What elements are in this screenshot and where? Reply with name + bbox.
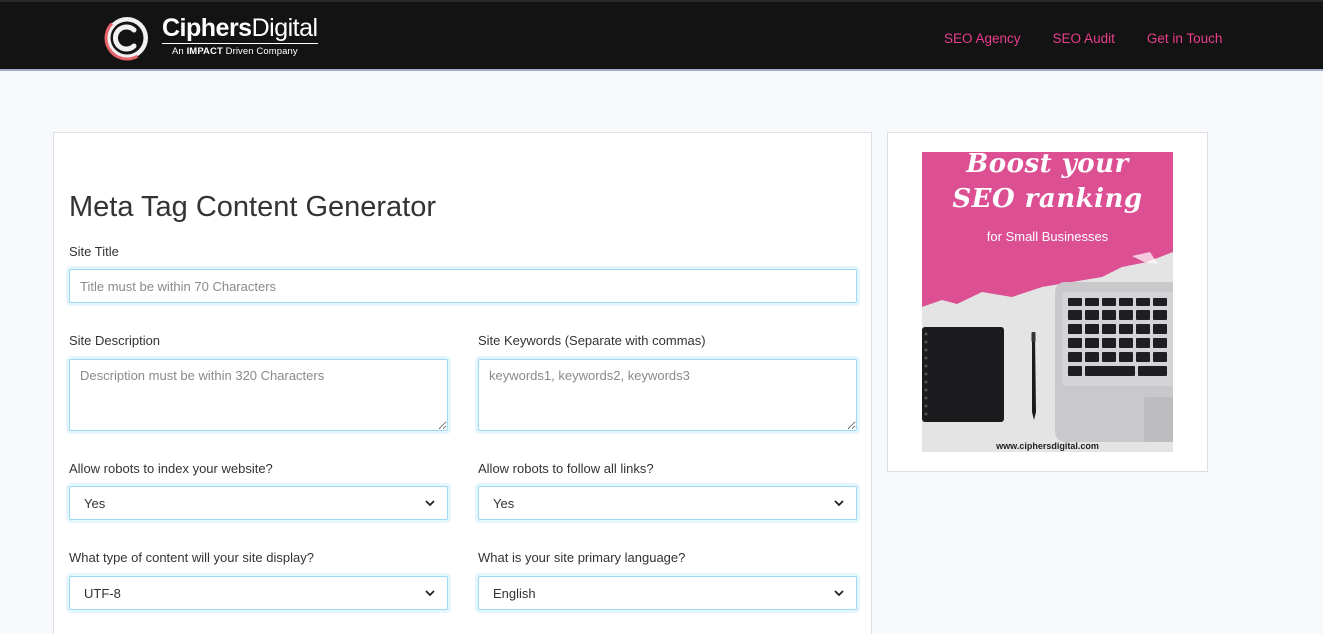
site-title-label: Site Title: [69, 244, 119, 259]
brand-tagline: An IMPACT Driven Company: [162, 43, 318, 57]
nav-link-seo-agency[interactable]: SEO Agency: [944, 31, 1021, 46]
ad-headline-line2: SEO ranking: [952, 184, 1143, 214]
desk-illustration: [922, 252, 1173, 452]
chevron-down-icon: [834, 590, 844, 597]
site-title-input[interactable]: [69, 269, 857, 303]
brand-name: CiphersDigital: [162, 14, 318, 42]
sidebar-ad-card: Boost your SEO ranking for Small Busines…: [887, 132, 1208, 472]
language-select[interactable]: English: [478, 576, 857, 610]
ciphers-logo-icon: [104, 15, 150, 61]
brand-wordmark: CiphersDigital An IMPACT Driven Company: [162, 15, 318, 57]
ad-url: www.ciphersdigital.com: [996, 441, 1099, 451]
top-navbar: CiphersDigital An IMPACT Driven Company …: [0, 0, 1323, 71]
robots-index-label: Allow robots to index your website?: [69, 461, 273, 476]
robots-index-value: Yes: [84, 495, 106, 511]
robots-follow-value: Yes: [493, 495, 515, 511]
robots-follow-select[interactable]: Yes: [478, 486, 857, 520]
site-description-label: Site Description: [69, 333, 161, 348]
page-title: Meta Tag Content Generator: [69, 191, 437, 223]
language-label: What is your site primary language?: [478, 550, 686, 565]
chevron-down-icon: [425, 500, 435, 507]
content-type-label: What type of content will your site disp…: [69, 550, 314, 565]
chevron-down-icon: [425, 590, 435, 597]
generator-form-card: Meta Tag Content Generator Site Title Si…: [53, 132, 872, 634]
nav-link-seo-audit[interactable]: SEO Audit: [1053, 31, 1115, 46]
main-nav: SEO Agency SEO Audit Get in Touch: [944, 31, 1254, 46]
site-keywords-textarea[interactable]: [478, 359, 857, 431]
content-type-value: UTF-8: [84, 585, 121, 601]
site-keywords-label: Site Keywords (Separate with commas): [478, 333, 706, 348]
nav-link-get-in-touch[interactable]: Get in Touch: [1147, 31, 1223, 46]
language-value: English: [493, 585, 536, 601]
chevron-down-icon: [834, 500, 844, 507]
seo-ranking-ad-banner[interactable]: Boost your SEO ranking for Small Busines…: [922, 152, 1173, 452]
ad-subheadline: for Small Businesses: [986, 229, 1109, 244]
robots-index-select[interactable]: Yes: [69, 486, 448, 520]
site-description-textarea[interactable]: [69, 359, 448, 431]
ad-headline-line1: Boost your: [966, 152, 1129, 179]
content-type-select[interactable]: UTF-8: [69, 576, 448, 610]
robots-follow-label: Allow robots to follow all links?: [478, 461, 654, 476]
brand-logo[interactable]: CiphersDigital An IMPACT Driven Company: [104, 14, 318, 62]
